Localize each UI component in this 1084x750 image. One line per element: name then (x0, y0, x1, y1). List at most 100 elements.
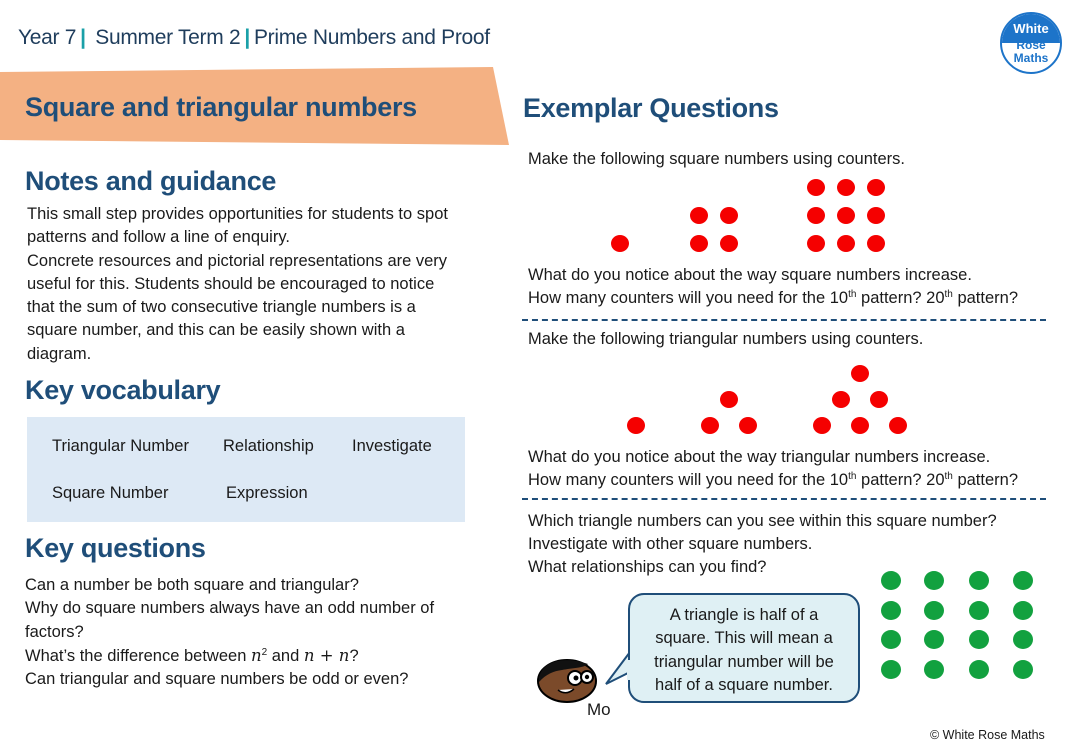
triangle-counter (889, 417, 907, 434)
speech-text: A triangle is half of a square. This wil… (630, 604, 858, 697)
notes-line: that the sum of two consecutive triangle… (27, 298, 416, 317)
triangle-counter (870, 391, 888, 408)
square-counter (837, 179, 855, 196)
triangle-counters-question: How many counters will you need for the … (528, 469, 1018, 492)
grid-counter (969, 630, 989, 649)
triangle-prompt: Make the following triangular numbers us… (528, 330, 924, 348)
triangle-counter (627, 417, 645, 434)
question-text: pattern? (952, 471, 1018, 489)
grid-counter (881, 571, 901, 590)
square-counter (690, 207, 708, 224)
square-counters-question: How many counters will you need for the … (528, 287, 1018, 310)
grid-counter (924, 659, 944, 679)
math-expression: n + n (303, 645, 350, 665)
character-name: Mo (587, 700, 611, 719)
square-prompt: Make the following square numbers using … (528, 150, 905, 168)
triangle-counter (739, 417, 757, 434)
notes-line: patterns and follow a line of enquiry. (27, 228, 290, 247)
investigate-question: Which triangle numbers can you see withi… (528, 512, 997, 530)
key-question: Can a number be both square and triangul… (25, 576, 359, 594)
key-question-text: What’s the difference between (25, 646, 251, 665)
square-counter (690, 235, 708, 252)
grid-counter (1013, 600, 1033, 620)
square-counter (720, 207, 738, 224)
copyright: © White Rose Maths (930, 728, 1045, 742)
grid-counter (924, 571, 944, 590)
key-question-text: ? (349, 646, 359, 665)
grid-counter (881, 600, 901, 620)
key-questions-heading: Key questions (25, 533, 206, 563)
grid-counter (1013, 630, 1033, 649)
question-text: How many counters will you need for the (528, 289, 830, 307)
ordinal-suffix: th (944, 471, 953, 482)
square-counter (611, 235, 629, 252)
square-notice-question: What do you notice about the way square … (528, 266, 972, 284)
grid-counter (1013, 659, 1033, 679)
speech-line: half of a square number. (655, 675, 833, 694)
vocab-term: Investigate (352, 437, 432, 455)
ordinal-number: 20 (926, 289, 945, 307)
investigate-question: What relationships can you find? (528, 558, 767, 576)
breadcrumb: Year 7 | Summer Term 2 | Prime Numbers and … (18, 26, 490, 50)
question-text: pattern? (952, 289, 1018, 307)
key-question: Can triangular and square numbers be odd… (25, 670, 409, 689)
grid-counter (969, 571, 989, 590)
speech-line: A triangle is half of a (669, 606, 819, 624)
square-counter (837, 235, 855, 252)
breadcrumb-separator: | (80, 26, 86, 49)
key-question: Why do square numbers always have an odd… (25, 599, 435, 618)
triangle-counter (851, 365, 869, 382)
grid-counter (924, 600, 944, 620)
notes-line: This small step provides opportunities f… (27, 205, 448, 223)
logo-text-white: White (1013, 21, 1049, 36)
vocab-term: Triangular Number (52, 437, 189, 455)
notes-line: square number, and this can be easily sh… (27, 321, 405, 340)
ordinal-suffix: th (944, 289, 953, 300)
question-text: pattern? (856, 289, 927, 307)
key-questions-list: Can a number be both square and triangul… (25, 574, 505, 691)
math-n: n (250, 645, 262, 665)
speech-line: triangular number will be (654, 652, 834, 671)
grid-counter (881, 630, 901, 649)
square-counter (867, 235, 885, 252)
ordinal-number: 10 (829, 471, 849, 489)
dashed-divider (522, 319, 1046, 321)
question-text: How many counters will you need for the (528, 471, 830, 489)
speech-bubble: A triangle is half of a square. This wil… (628, 593, 860, 703)
white-rose-maths-logo: White Rose Maths (1000, 12, 1062, 74)
square-counter (720, 235, 738, 252)
key-question: What’s the difference between n2 and n +… (25, 644, 505, 668)
triangle-counter (813, 417, 831, 434)
speech-line: square. This will mean a (655, 629, 833, 648)
bubble-tail-cover (627, 660, 633, 680)
notes-body: This small step provides opportunities f… (27, 203, 497, 366)
ordinal-number: 10 (829, 289, 849, 307)
vocab-term: Relationship (223, 437, 314, 455)
grid-counter (881, 659, 901, 679)
logo-text-rose: Rose (1016, 38, 1046, 52)
grid-counter (924, 630, 944, 649)
triangle-notice-question: What do you notice about the way triangu… (528, 448, 991, 466)
square-counter (807, 235, 825, 252)
triangle-counter (851, 417, 869, 434)
triangle-counter (720, 391, 738, 408)
notes-line: useful for this. Students should be enco… (27, 274, 435, 293)
mo-character-icon (537, 659, 597, 703)
grid-counter (969, 659, 989, 679)
vocab-term: Expression (226, 484, 308, 502)
square-counter (867, 179, 885, 196)
grid-counter (969, 600, 989, 620)
key-question: factors? (25, 622, 84, 641)
grid-counter (1013, 571, 1033, 590)
triangle-counter (832, 391, 850, 408)
notes-line: diagram. (27, 344, 92, 363)
breadcrumb-unit: Prime Numbers and Proof (253, 26, 490, 49)
question-text: pattern? (856, 471, 927, 489)
notes-heading: Notes and guidance (25, 166, 277, 196)
square-counter (837, 207, 855, 224)
step-title: Square and triangular numbers (25, 92, 417, 122)
ordinal-number: 20 (926, 471, 945, 489)
title-band (0, 67, 509, 145)
notes-line: Concrete resources and pictorial represe… (27, 251, 448, 270)
vocab-term: Square Number (52, 484, 169, 502)
